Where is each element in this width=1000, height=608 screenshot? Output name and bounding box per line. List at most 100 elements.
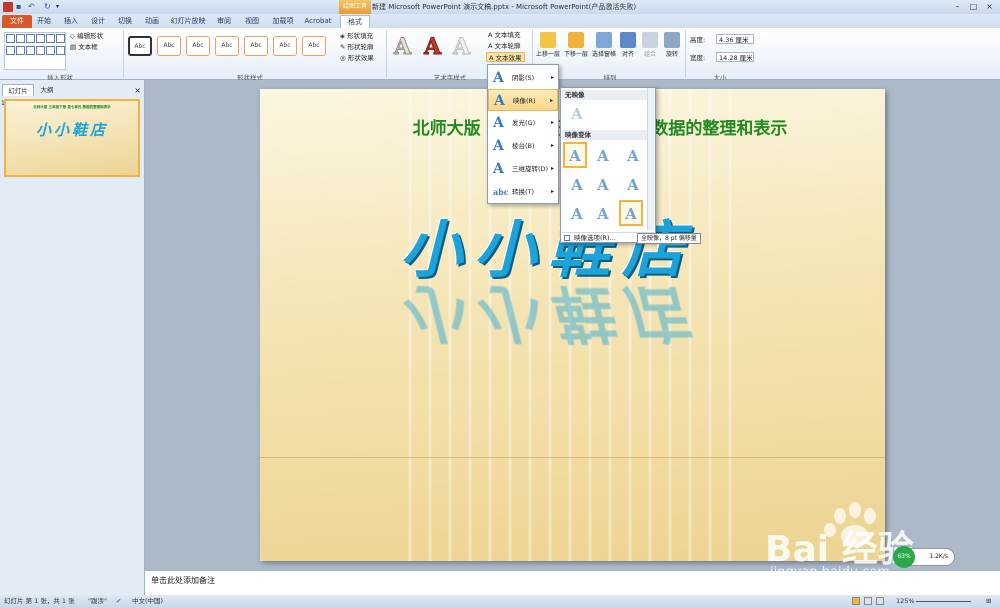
- tab-transitions[interactable]: 切换: [114, 15, 136, 28]
- redo-icon[interactable]: ↻: [44, 2, 54, 12]
- tab-view[interactable]: 视图: [241, 15, 263, 28]
- curve-shape-icon[interactable]: [26, 46, 35, 55]
- width-input[interactable]: 14.28 厘米: [716, 52, 754, 62]
- shape-style-swatch-3[interactable]: Abc: [186, 36, 210, 56]
- menu-item-glow[interactable]: A 发光(G) ▸: [488, 112, 558, 134]
- tab-addins[interactable]: 加载项: [269, 15, 297, 28]
- tab-acrobat[interactable]: Acrobat: [302, 15, 334, 28]
- shape-style-swatch-2[interactable]: Abc: [157, 36, 181, 56]
- wordart-style-1[interactable]: A: [393, 34, 411, 61]
- shape-style-swatch-6[interactable]: Abc: [273, 36, 297, 56]
- more-shapes-icon[interactable]: [56, 46, 65, 55]
- text-effects-button[interactable]: A 文本效果: [486, 52, 525, 62]
- text-fill-button[interactable]: A 文本填充: [488, 30, 521, 40]
- reflection-variant-5[interactable]: A: [591, 173, 615, 199]
- title-bar: ▪ ↶ ↻ ▾ 绘图工具 新建 Microsoft PowerPoint 演示文…: [0, 0, 1000, 14]
- reflection-variant-8[interactable]: A: [591, 202, 615, 228]
- tab-design[interactable]: 设计: [87, 15, 109, 28]
- textbox-shape-icon[interactable]: [16, 34, 25, 43]
- reflection-none-option[interactable]: A: [565, 102, 589, 128]
- menu-item-3d-rotation[interactable]: A 三维旋转(D) ▸: [488, 158, 558, 180]
- theme-status[interactable]: "跋涉": [88, 595, 107, 608]
- align-button[interactable]: 对齐: [618, 32, 638, 58]
- send-backward-button[interactable]: 下移一层: [563, 32, 589, 58]
- slide-thumbnail-1[interactable]: 北师大版 三年级下册 第七单元 数据的整理和表示 小小鞋店: [4, 99, 140, 177]
- triangle-shape-icon[interactable]: [6, 46, 15, 55]
- shape-style-swatch-1[interactable]: Abc: [128, 36, 152, 56]
- elbow-shape-icon[interactable]: [16, 46, 25, 55]
- shape-style-swatch-5[interactable]: Abc: [244, 36, 268, 56]
- menu-item-shadow[interactable]: A 阴影(S) ▸: [488, 67, 558, 89]
- tab-file[interactable]: 文件: [2, 15, 32, 28]
- line-shape-icon[interactable]: [26, 34, 35, 43]
- close-panel-icon[interactable]: ×: [134, 86, 141, 95]
- powerpoint-app-icon[interactable]: [3, 2, 13, 12]
- tab-slides[interactable]: 幻灯片: [2, 84, 34, 96]
- rounded-rect-shape-icon[interactable]: [56, 34, 65, 43]
- rotate-button[interactable]: 旋转: [662, 32, 682, 58]
- tab-slideshow[interactable]: 幻灯片放映: [168, 15, 208, 28]
- shape-effects-button[interactable]: ◎ 形状效果: [340, 53, 374, 63]
- oval-shape-icon[interactable]: [46, 34, 55, 43]
- spellcheck-icon[interactable]: ✔: [116, 595, 121, 608]
- text-box-label: 文本框: [78, 43, 98, 51]
- shapes-gallery[interactable]: [4, 32, 66, 70]
- status-bar: 幻灯片 第 1 张，共 1 张 "跋涉" ✔ 中文(中国) 125% ⊞: [0, 595, 1000, 608]
- tab-review[interactable]: 审阅: [213, 15, 235, 28]
- rectangle-shape-icon[interactable]: [6, 34, 15, 43]
- tab-format[interactable]: 格式: [340, 15, 370, 28]
- tab-animations[interactable]: 动画: [141, 15, 163, 28]
- reflection-variant-7[interactable]: A: [565, 202, 589, 228]
- reflection-variant-1[interactable]: A: [563, 142, 587, 168]
- reflection-variant-2[interactable]: A: [591, 144, 615, 170]
- align-label: 对齐: [621, 51, 634, 58]
- slide-sorter-icon[interactable]: [864, 597, 872, 605]
- group-button[interactable]: 组合: [640, 32, 660, 58]
- zoom-slider[interactable]: [916, 601, 971, 602]
- reflection-variant-4[interactable]: A: [565, 173, 589, 199]
- shape-outline-button[interactable]: ✎ 形状轮廓: [340, 42, 374, 52]
- text-outline-button[interactable]: A 文本轮廓: [488, 41, 521, 51]
- reflection-options-label: 映像选项(R)...: [574, 234, 616, 242]
- tab-insert[interactable]: 插入: [60, 15, 82, 28]
- selection-pane-label: 选择窗格: [591, 51, 616, 58]
- reflection-options-icon: [564, 235, 570, 241]
- bracket-shape-icon[interactable]: [36, 46, 45, 55]
- reading-view-icon[interactable]: [876, 597, 884, 605]
- save-icon[interactable]: ▪: [16, 2, 26, 12]
- wordart-style-3[interactable]: A: [452, 34, 470, 61]
- qat-customize-icon[interactable]: ▾: [56, 2, 66, 12]
- undo-icon[interactable]: ↶: [28, 2, 38, 12]
- normal-view-icon[interactable]: [852, 597, 860, 605]
- shape-style-swatch-7[interactable]: Abc: [302, 36, 326, 56]
- selection-pane-button[interactable]: 选择窗格: [591, 32, 617, 58]
- shape-fill-button[interactable]: ◈ 形状填充: [340, 31, 373, 41]
- slide-wordart-reflection: 小小鞋店: [400, 277, 697, 350]
- menu-item-bevel[interactable]: A 棱台(B) ▸: [488, 135, 558, 157]
- shape-style-swatch-4[interactable]: Abc: [215, 36, 239, 56]
- text-box-button[interactable]: ▤ 文本框: [70, 42, 98, 52]
- menu-item-transform[interactable]: abc 转换(T) ▸: [488, 181, 558, 203]
- wordart-style-2[interactable]: A: [423, 34, 441, 61]
- submenu-scrollbar[interactable]: [647, 88, 655, 230]
- reflection-variant-3[interactable]: A: [621, 144, 645, 170]
- text-outline-label: 文本轮廓: [494, 42, 521, 50]
- maximize-button[interactable]: □: [969, 2, 978, 11]
- edit-shape-button[interactable]: ◇ 编辑形状: [70, 31, 103, 41]
- reflection-variants-header: 映像变体: [562, 130, 648, 140]
- close-button[interactable]: ×: [985, 2, 994, 11]
- tab-outline[interactable]: 大纲: [35, 84, 59, 96]
- menu-item-reflection[interactable]: A 映像(R) ▸: [488, 89, 558, 111]
- tab-home[interactable]: 开始: [33, 15, 55, 28]
- group-separator: [685, 30, 686, 78]
- reflection-variant-9[interactable]: A: [619, 200, 643, 226]
- star-shape-icon[interactable]: [46, 46, 55, 55]
- language-status[interactable]: 中文(中国): [132, 595, 163, 608]
- arrow-shape-icon[interactable]: [36, 34, 45, 43]
- minimize-button[interactable]: –: [953, 2, 962, 11]
- reflection-variant-6[interactable]: A: [621, 173, 645, 199]
- fit-slide-icon[interactable]: ⊞: [986, 595, 991, 608]
- height-input[interactable]: 4.36 厘米: [716, 34, 754, 44]
- bring-forward-button[interactable]: 上移一层: [535, 32, 561, 58]
- zoom-level[interactable]: 125%: [896, 595, 915, 608]
